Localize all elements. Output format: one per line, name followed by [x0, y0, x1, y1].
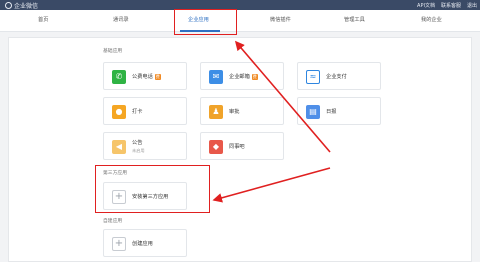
- fee-badge: 费: [251, 73, 258, 80]
- chat-pay-icon: ≈: [306, 70, 320, 84]
- nav-contacts[interactable]: 通讯录: [113, 16, 129, 23]
- app-report[interactable]: ▤ 日报: [297, 97, 381, 125]
- app-label: 公告: [132, 140, 143, 146]
- create-custom-app-button[interactable]: + 创建应用: [103, 229, 187, 257]
- mail-icon: ✉: [209, 70, 223, 84]
- megaphone-icon: ◀: [112, 140, 126, 154]
- nav-my-enterprise[interactable]: 我的企业: [421, 16, 442, 23]
- top-bar: 企业微信 API文档 联系客服 退出: [0, 0, 480, 10]
- report-icon: ▤: [306, 105, 320, 119]
- app-mail[interactable]: ✉ 企业邮箱费: [200, 62, 284, 90]
- fee-badge: 费: [154, 73, 161, 80]
- nav-wechat-plugin[interactable]: 微信插件: [270, 16, 291, 23]
- api-docs-link[interactable]: API文档: [417, 2, 435, 9]
- app-label: 企业邮箱费: [229, 73, 258, 80]
- stamp-icon: ♟: [209, 105, 223, 119]
- app-label: 打卡: [132, 109, 143, 115]
- plus-icon: +: [112, 237, 126, 251]
- logout-link[interactable]: 退出: [467, 2, 477, 9]
- contact-support-link[interactable]: 联系客服: [441, 2, 461, 9]
- app-status: 未启用: [132, 148, 145, 153]
- brand-name: 企业微信: [14, 3, 39, 10]
- app-label: 企业支付: [326, 74, 347, 80]
- nav-management-tools[interactable]: 管理工具: [344, 16, 365, 23]
- diamond-icon: ◆: [209, 140, 223, 154]
- app-label: 审批: [229, 109, 240, 115]
- app-phone[interactable]: ✆ 公费电话费: [103, 62, 187, 90]
- app-checkin[interactable]: ● 打卡: [103, 97, 187, 125]
- phone-icon: ✆: [112, 70, 126, 84]
- nav-home[interactable]: 首页: [38, 16, 48, 23]
- main-nav: 首页 通讯录 企业应用 微信插件 管理工具 我的企业: [0, 10, 480, 32]
- wecom-logo-icon: [5, 2, 12, 9]
- app-colleague[interactable]: ◆ 同事吧: [200, 132, 284, 160]
- app-pay[interactable]: ≈ 企业支付: [297, 62, 381, 90]
- app-approval[interactable]: ♟ 审批: [200, 97, 284, 125]
- app-notice[interactable]: ◀ 公告 未启用: [103, 132, 187, 160]
- location-pin-icon: ●: [112, 105, 126, 119]
- app-label: 公费电话费: [132, 73, 161, 80]
- app-label: 日报: [326, 109, 337, 115]
- top-links: API文档 联系客服 退出: [417, 2, 477, 9]
- brand[interactable]: 企业微信: [5, 1, 38, 10]
- section-title-custom: 自建应用: [103, 219, 123, 224]
- app-label: 同事吧: [229, 144, 245, 150]
- annotation-box-third-party: [95, 165, 210, 213]
- annotation-box-nav: [174, 9, 237, 35]
- section-title-basic: 基础应用: [103, 49, 123, 54]
- app-label: 创建应用: [132, 241, 153, 247]
